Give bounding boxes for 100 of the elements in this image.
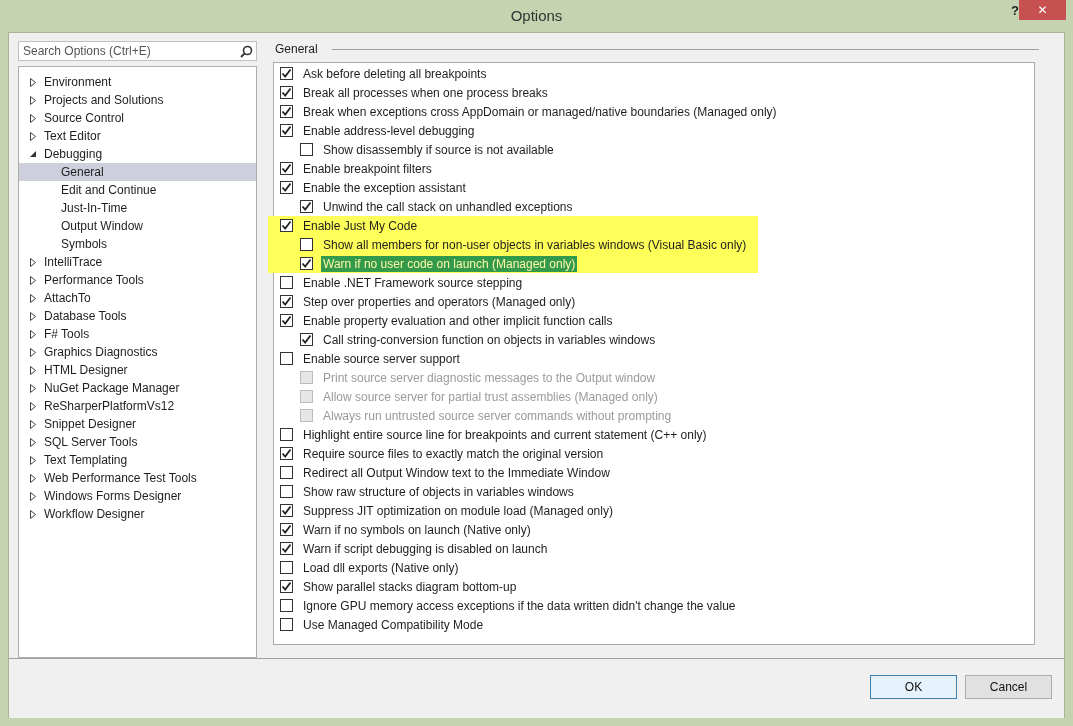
checkbox[interactable]: [280, 428, 293, 441]
option-label: Load dll exports (Native only): [302, 559, 460, 576]
checkbox[interactable]: [280, 504, 293, 517]
collapsed-arrow-icon[interactable]: [29, 275, 37, 285]
ok-button[interactable]: OK: [870, 675, 957, 699]
checkbox[interactable]: [300, 257, 313, 270]
collapsed-arrow-icon[interactable]: [29, 401, 37, 411]
checkbox[interactable]: [280, 580, 293, 593]
checkbox[interactable]: [300, 200, 313, 213]
tree-item[interactable]: Graphics Diagnostics: [19, 343, 256, 361]
collapsed-arrow-icon[interactable]: [29, 419, 37, 429]
tree-item[interactable]: Text Editor: [19, 127, 256, 145]
tree-item[interactable]: Database Tools: [19, 307, 256, 325]
checkbox[interactable]: [280, 466, 293, 479]
option-label: Warn if no user code on launch (Managed only): [321, 255, 578, 272]
collapsed-arrow-icon[interactable]: [29, 347, 37, 357]
search-icon: [240, 45, 253, 58]
tree-item[interactable]: Workflow Designer: [19, 505, 256, 523]
tree-item[interactable]: Environment: [19, 73, 256, 91]
tree-item[interactable]: NuGet Package Manager: [19, 379, 256, 397]
option-label: Always run untrusted source server commands without prompting: [322, 407, 673, 424]
option-label: Enable Just My Code: [302, 217, 419, 234]
option-label: Ask before deleting all breakpoints: [302, 65, 488, 82]
tree-item[interactable]: Snippet Designer: [19, 415, 256, 433]
collapsed-arrow-icon[interactable]: [29, 383, 37, 393]
option-label: Enable .NET Framework source stepping: [302, 274, 524, 291]
checkbox[interactable]: [280, 314, 293, 327]
checkbox[interactable]: [280, 523, 293, 536]
option-label: Step over properties and operators (Managed only): [302, 293, 577, 310]
collapsed-arrow-icon[interactable]: [29, 455, 37, 465]
checkbox[interactable]: [280, 67, 293, 80]
close-button[interactable]: ✕: [1019, 0, 1066, 20]
tree-item[interactable]: Just-In-Time: [19, 199, 256, 217]
option-label: Show all members for non-user objects in variables windows (Visual Basic only): [322, 236, 748, 253]
search-field[interactable]: Search Options (Ctrl+E): [18, 41, 257, 61]
tree-item[interactable]: Source Control: [19, 109, 256, 127]
checkbox[interactable]: [280, 105, 293, 118]
collapsed-arrow-icon[interactable]: [29, 473, 37, 483]
checkbox[interactable]: [280, 599, 293, 612]
tree-item[interactable]: ReSharperPlatformVs12: [19, 397, 256, 415]
tree-item[interactable]: Windows Forms Designer: [19, 487, 256, 505]
checkbox[interactable]: [280, 276, 293, 289]
tree-item[interactable]: Text Templating: [19, 451, 256, 469]
option-label: Suppress JIT optimization on module load (Managed only): [302, 502, 614, 519]
tree-item[interactable]: Edit and Continue: [19, 181, 256, 199]
option-label: Warn if no symbols on launch (Native only): [302, 521, 532, 538]
collapsed-arrow-icon[interactable]: [29, 131, 37, 141]
collapsed-arrow-icon[interactable]: [29, 311, 37, 321]
option-label: Use Managed Compatibility Mode: [302, 616, 485, 633]
checkbox[interactable]: [300, 333, 313, 346]
checkbox[interactable]: [280, 124, 293, 137]
collapsed-arrow-icon[interactable]: [29, 113, 37, 123]
collapsed-arrow-icon[interactable]: [29, 365, 37, 375]
collapsed-arrow-icon[interactable]: [29, 329, 37, 339]
collapsed-arrow-icon[interactable]: [29, 257, 37, 267]
collapsed-arrow-icon[interactable]: [29, 509, 37, 519]
option-label: Allow source server for partial trust assemblies (Managed only): [322, 388, 659, 405]
collapsed-arrow-icon[interactable]: [29, 293, 37, 303]
option-label: Call string-conversion function on objects in variables windows: [322, 331, 657, 348]
collapsed-arrow-icon[interactable]: [29, 437, 37, 447]
option-label: Show disassembly if source is not available: [322, 141, 555, 158]
tree-item[interactable]: F# Tools: [19, 325, 256, 343]
option-label: Redirect all Output Window text to the Immediate Window: [302, 464, 611, 481]
checkbox[interactable]: [280, 485, 293, 498]
tree-item[interactable]: Output Window: [19, 217, 256, 235]
option-label: Enable address-level debugging: [302, 122, 476, 139]
option-label: Require source files to exactly match the original version: [302, 445, 605, 462]
checkbox[interactable]: [280, 219, 293, 232]
checkbox[interactable]: [280, 181, 293, 194]
checkbox[interactable]: [280, 352, 293, 365]
tree-item[interactable]: General: [19, 163, 256, 181]
checkbox[interactable]: [280, 86, 293, 99]
tree-item[interactable]: AttachTo: [19, 289, 256, 307]
cancel-button[interactable]: Cancel: [965, 675, 1052, 699]
option-label: Highlight entire source line for breakpoints and current statement (C++ only): [302, 426, 708, 443]
checkbox[interactable]: [280, 162, 293, 175]
collapsed-arrow-icon[interactable]: [29, 491, 37, 501]
window-title: Options: [510, 7, 563, 24]
tree-item[interactable]: Debugging: [19, 145, 256, 163]
checkbox[interactable]: [300, 143, 313, 156]
checkbox[interactable]: [280, 447, 293, 460]
option-label: Enable the exception assistant: [302, 179, 467, 196]
checkbox[interactable]: [280, 295, 293, 308]
checkbox[interactable]: [280, 618, 293, 631]
tree-item[interactable]: Web Performance Test Tools: [19, 469, 256, 487]
expanded-arrow-icon[interactable]: [29, 150, 37, 158]
tree-item[interactable]: IntelliTrace: [19, 253, 256, 271]
collapsed-arrow-icon[interactable]: [29, 77, 37, 87]
tree-item[interactable]: Symbols: [19, 235, 256, 253]
option-label: Show raw structure of objects in variables windows: [302, 483, 575, 500]
option-label: Warn if script debugging is disabled on launch: [302, 540, 549, 557]
collapsed-arrow-icon[interactable]: [29, 95, 37, 105]
tree-item[interactable]: SQL Server Tools: [19, 433, 256, 451]
checkbox[interactable]: [280, 542, 293, 555]
tree-item[interactable]: Projects and Solutions: [19, 91, 256, 109]
option-label: Enable property evaluation and other implicit function calls: [302, 312, 614, 329]
tree-item[interactable]: Performance Tools: [19, 271, 256, 289]
checkbox[interactable]: [300, 238, 313, 251]
tree-item[interactable]: HTML Designer: [19, 361, 256, 379]
checkbox[interactable]: [280, 561, 293, 574]
